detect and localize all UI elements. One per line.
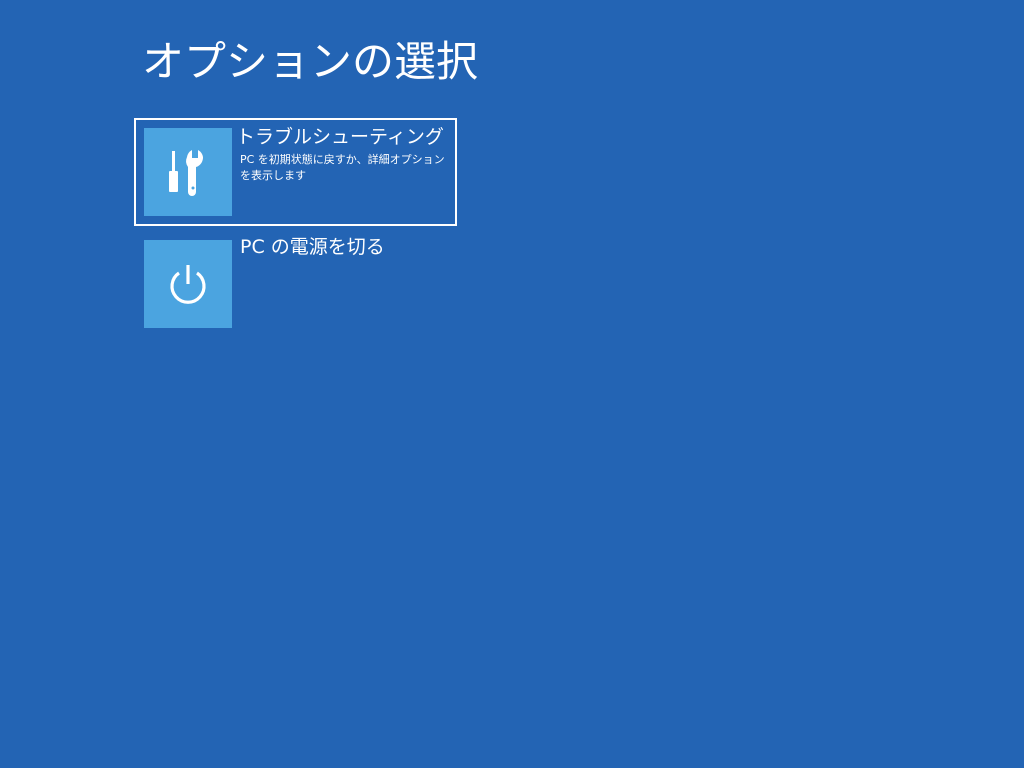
wrench-screwdriver-icon bbox=[169, 150, 204, 196]
troubleshoot-option[interactable]: トラブルシューティング PC を初期状態に戻すか、詳細オプションを表示します bbox=[134, 118, 457, 226]
troubleshoot-tile bbox=[144, 128, 232, 216]
troubleshoot-description: PC を初期状態に戻すか、詳細オプションを表示します bbox=[240, 153, 445, 182]
power-off-label: PC の電源を切る bbox=[240, 236, 385, 258]
power-off-option[interactable]: PC の電源を切る bbox=[134, 230, 457, 338]
page-title: オプションの選択 bbox=[142, 37, 479, 86]
power-off-tile bbox=[144, 240, 232, 328]
power-icon bbox=[170, 265, 206, 304]
troubleshoot-label: トラブルシューティング bbox=[236, 126, 444, 148]
